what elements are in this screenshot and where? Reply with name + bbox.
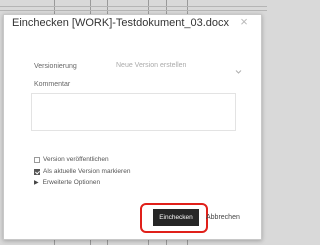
triangle-right-icon: ▶ xyxy=(34,180,39,186)
mark-current-option[interactable]: Als aktuelle Version markieren xyxy=(34,167,130,176)
advanced-options-toggle[interactable]: ▶ Erweiterte Optionen xyxy=(34,179,100,186)
dialog-title: Einchecken [WORK]-Testdokument_03.docx xyxy=(12,17,230,29)
close-icon[interactable]: × xyxy=(237,15,251,29)
comment-field[interactable] xyxy=(31,93,236,131)
chevron-down-icon xyxy=(235,62,242,80)
mark-current-label: Als aktuelle Version markieren xyxy=(43,168,131,175)
publish-version-option[interactable]: Version veröffentlichen xyxy=(34,155,109,164)
versioning-label: Versionierung xyxy=(34,63,77,70)
versioning-select[interactable]: Neue Version erstellen xyxy=(116,60,244,74)
checkin-button[interactable]: Einchecken xyxy=(153,209,199,226)
cancel-button[interactable]: Abbrechen xyxy=(206,214,240,221)
mark-current-checkbox[interactable] xyxy=(34,168,40,175)
publish-version-checkbox[interactable] xyxy=(34,156,40,163)
publish-version-label: Version veröffentlichen xyxy=(43,156,109,163)
advanced-options-label: Erweiterte Optionen xyxy=(42,179,101,186)
versioning-value: Neue Version erstellen xyxy=(116,62,187,69)
comment-label: Kommentar xyxy=(34,81,71,88)
